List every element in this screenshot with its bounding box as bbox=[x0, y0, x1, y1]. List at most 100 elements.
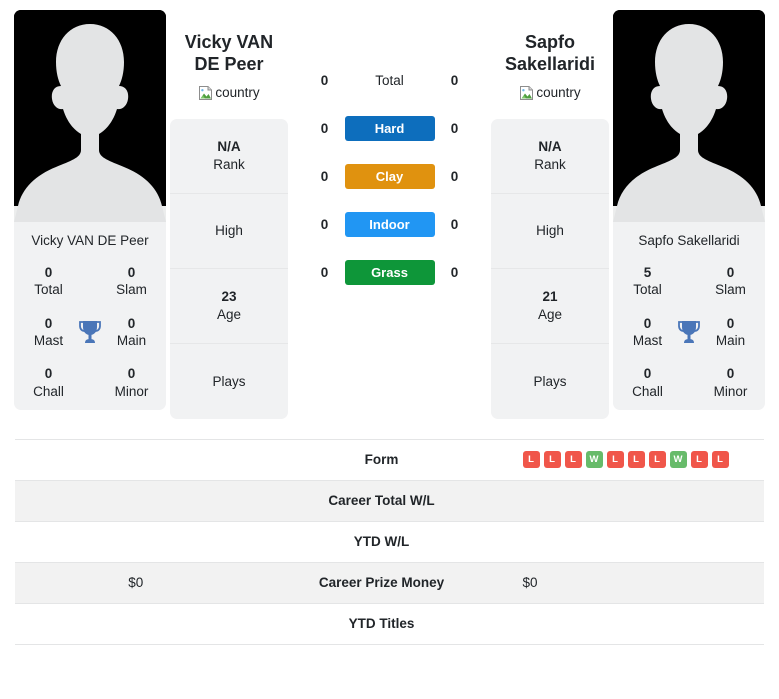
stat-minor-label-left: Minor bbox=[114, 383, 149, 399]
trophy-icon-left bbox=[73, 319, 107, 345]
info-rank-label-right: Rank bbox=[534, 156, 566, 172]
info-rank-left: N/A Rank bbox=[170, 119, 288, 194]
player-photo-left bbox=[14, 10, 166, 222]
player-name-left: Vicky VAN DE Peer bbox=[31, 233, 149, 248]
stat-chall-label-left: Chall bbox=[33, 383, 64, 399]
form-result-badge[interactable]: W bbox=[585, 451, 603, 469]
form-result-badge[interactable]: L bbox=[690, 451, 708, 469]
info-box-right: N/A Rank High 21 Age Plays bbox=[491, 118, 609, 419]
surface-total-right-value: 0 bbox=[450, 73, 459, 88]
career-prize-money-left: $0 bbox=[128, 575, 144, 591]
stat-chall-value-right: 0 bbox=[643, 366, 652, 382]
form-result-badge[interactable]: L bbox=[564, 451, 582, 469]
surface-row-hard: 0 Hard 0 bbox=[292, 116, 487, 141]
stat-total-right: 5 Total bbox=[623, 264, 672, 299]
info-age-left: 23 Age bbox=[170, 269, 288, 344]
career-prize-money-right: $0 bbox=[522, 575, 538, 591]
info-age-label-right: Age bbox=[537, 306, 563, 322]
surface-row-clay: 0 Clay 0 bbox=[292, 164, 487, 189]
stat-minor-value-right: 0 bbox=[726, 366, 735, 382]
stat-main-value-left: 0 bbox=[127, 315, 136, 331]
avatar-silhouette-icon bbox=[613, 10, 765, 222]
info-column-right: Sapfo Sakellaridi country N/A Rank High … bbox=[491, 10, 609, 419]
stat-main-label-left: Main bbox=[116, 332, 147, 348]
form-result-badge[interactable]: L bbox=[627, 451, 645, 469]
info-plays-left: Plays bbox=[170, 344, 288, 419]
country-alt-text-left: country bbox=[215, 85, 260, 101]
stat-total-label-right: Total bbox=[633, 282, 662, 298]
surface-row-indoor: 0 Indoor 0 bbox=[292, 212, 487, 237]
stat-minor-value-left: 0 bbox=[127, 366, 136, 382]
stat-total-label-left: Total bbox=[34, 282, 63, 298]
stat-mast-left: 0 Mast bbox=[24, 315, 73, 350]
form-result-badge[interactable]: L bbox=[522, 451, 540, 469]
player-card-right[interactable]: Sapfo Sakellaridi 5 Total 0 Slam 0 Mast bbox=[613, 10, 765, 410]
stat-main-left: 0 Main bbox=[107, 315, 156, 350]
row-label-career-prize-money: Career Prize Money bbox=[318, 575, 445, 591]
player-header-name-left: Vicky VAN DE Peer bbox=[184, 32, 274, 74]
stat-slam-label-right: Slam bbox=[715, 282, 746, 298]
titles-row-chall-minor-right: 0 Chall 0 Minor bbox=[613, 359, 765, 410]
form-result-badge[interactable]: L bbox=[606, 451, 624, 469]
info-column-left: Vicky VAN DE Peer country N/A Rank High … bbox=[170, 10, 288, 419]
info-high-right: High bbox=[491, 194, 609, 269]
row-label-form: Form bbox=[364, 452, 399, 468]
surface-clay-left-value: 0 bbox=[320, 169, 329, 184]
country-flag-right: country bbox=[491, 85, 609, 101]
info-rank-value-left: N/A bbox=[217, 139, 241, 155]
table-row-ytd-wl: YTD W/L bbox=[15, 522, 764, 563]
stat-mast-value-right: 0 bbox=[643, 315, 652, 331]
surface-grass-label: Grass bbox=[344, 260, 435, 285]
trophy-icon bbox=[79, 320, 101, 343]
surface-hard-left-value: 0 bbox=[320, 121, 329, 136]
broken-image-icon bbox=[198, 85, 214, 101]
table-row-career-total-wl: Career Total W/L bbox=[15, 480, 764, 522]
stat-chall-left: 0 Chall bbox=[24, 365, 73, 400]
surface-comparison-column: 0 Total 0 0 Hard 0 0 Clay 0 0 Indoor 0 0 bbox=[292, 10, 487, 285]
row-label-ytd-titles: YTD Titles bbox=[348, 616, 415, 632]
broken-image-glyph-icon bbox=[520, 85, 534, 100]
form-result-badge[interactable]: L bbox=[711, 451, 729, 469]
player-header-left: Vicky VAN DE Peer country bbox=[170, 10, 288, 101]
stat-slam-left: 0 Slam bbox=[107, 264, 156, 299]
stat-main-right: 0 Main bbox=[706, 315, 755, 350]
surface-row-grass: 0 Grass 0 bbox=[292, 260, 487, 285]
surface-row-total: 0 Total 0 bbox=[292, 68, 487, 93]
titles-row-mast-main-left: 0 Mast 0 Main bbox=[14, 309, 166, 360]
titles-row-total-slam-left: 0 Total 0 Slam bbox=[14, 258, 166, 309]
titles-row-total-slam-right: 5 Total 0 Slam bbox=[613, 258, 765, 309]
info-age-label-left: Age bbox=[216, 306, 242, 322]
surface-indoor-right-value: 0 bbox=[450, 217, 459, 232]
titles-row-mast-main-right: 0 Mast 0 Main bbox=[613, 309, 765, 360]
info-age-right: 21 Age bbox=[491, 269, 609, 344]
player-photo-right bbox=[613, 10, 765, 222]
form-result-badge[interactable]: L bbox=[543, 451, 561, 469]
comparison-header: Vicky VAN DE Peer 0 Total 0 Slam 0 Mast bbox=[0, 0, 779, 419]
row-label-career-total-wl: Career Total W/L bbox=[328, 493, 435, 509]
stat-mast-right: 0 Mast bbox=[623, 315, 672, 350]
info-rank-value-right: N/A bbox=[538, 139, 562, 155]
player-card-left[interactable]: Vicky VAN DE Peer 0 Total 0 Slam 0 Mast bbox=[14, 10, 166, 410]
stat-mast-value-left: 0 bbox=[44, 315, 53, 331]
stat-mast-label-right: Mast bbox=[632, 332, 663, 348]
stat-chall-label-right: Chall bbox=[632, 383, 663, 399]
stat-slam-right: 0 Slam bbox=[706, 264, 755, 299]
stat-minor-label-right: Minor bbox=[713, 383, 748, 399]
country-alt-text-right: country bbox=[536, 85, 581, 101]
info-high-left: High bbox=[170, 194, 288, 269]
avatar-silhouette-icon bbox=[14, 10, 166, 222]
table-row-form: Form LLLWLLLWLL bbox=[15, 440, 764, 481]
trophy-icon-right bbox=[672, 319, 706, 345]
info-plays-label-right: Plays bbox=[533, 373, 567, 389]
stat-slam-value-left: 0 bbox=[127, 265, 136, 281]
broken-image-glyph-icon bbox=[199, 85, 213, 100]
head-to-head-stats-table: Form LLLWLLLWLL Career Total W/L YTD W/L… bbox=[15, 438, 764, 645]
surface-total-label: Total bbox=[375, 73, 404, 88]
trophy-icon bbox=[678, 320, 700, 343]
form-result-badge[interactable]: L bbox=[648, 451, 666, 469]
form-result-badge[interactable]: W bbox=[669, 451, 687, 469]
surface-indoor-label: Indoor bbox=[344, 212, 435, 237]
info-age-value-left: 23 bbox=[221, 289, 237, 305]
info-box-left: N/A Rank High 23 Age Plays bbox=[170, 118, 288, 419]
table-row-career-prize-money: $0 Career Prize Money $0 bbox=[15, 562, 764, 604]
